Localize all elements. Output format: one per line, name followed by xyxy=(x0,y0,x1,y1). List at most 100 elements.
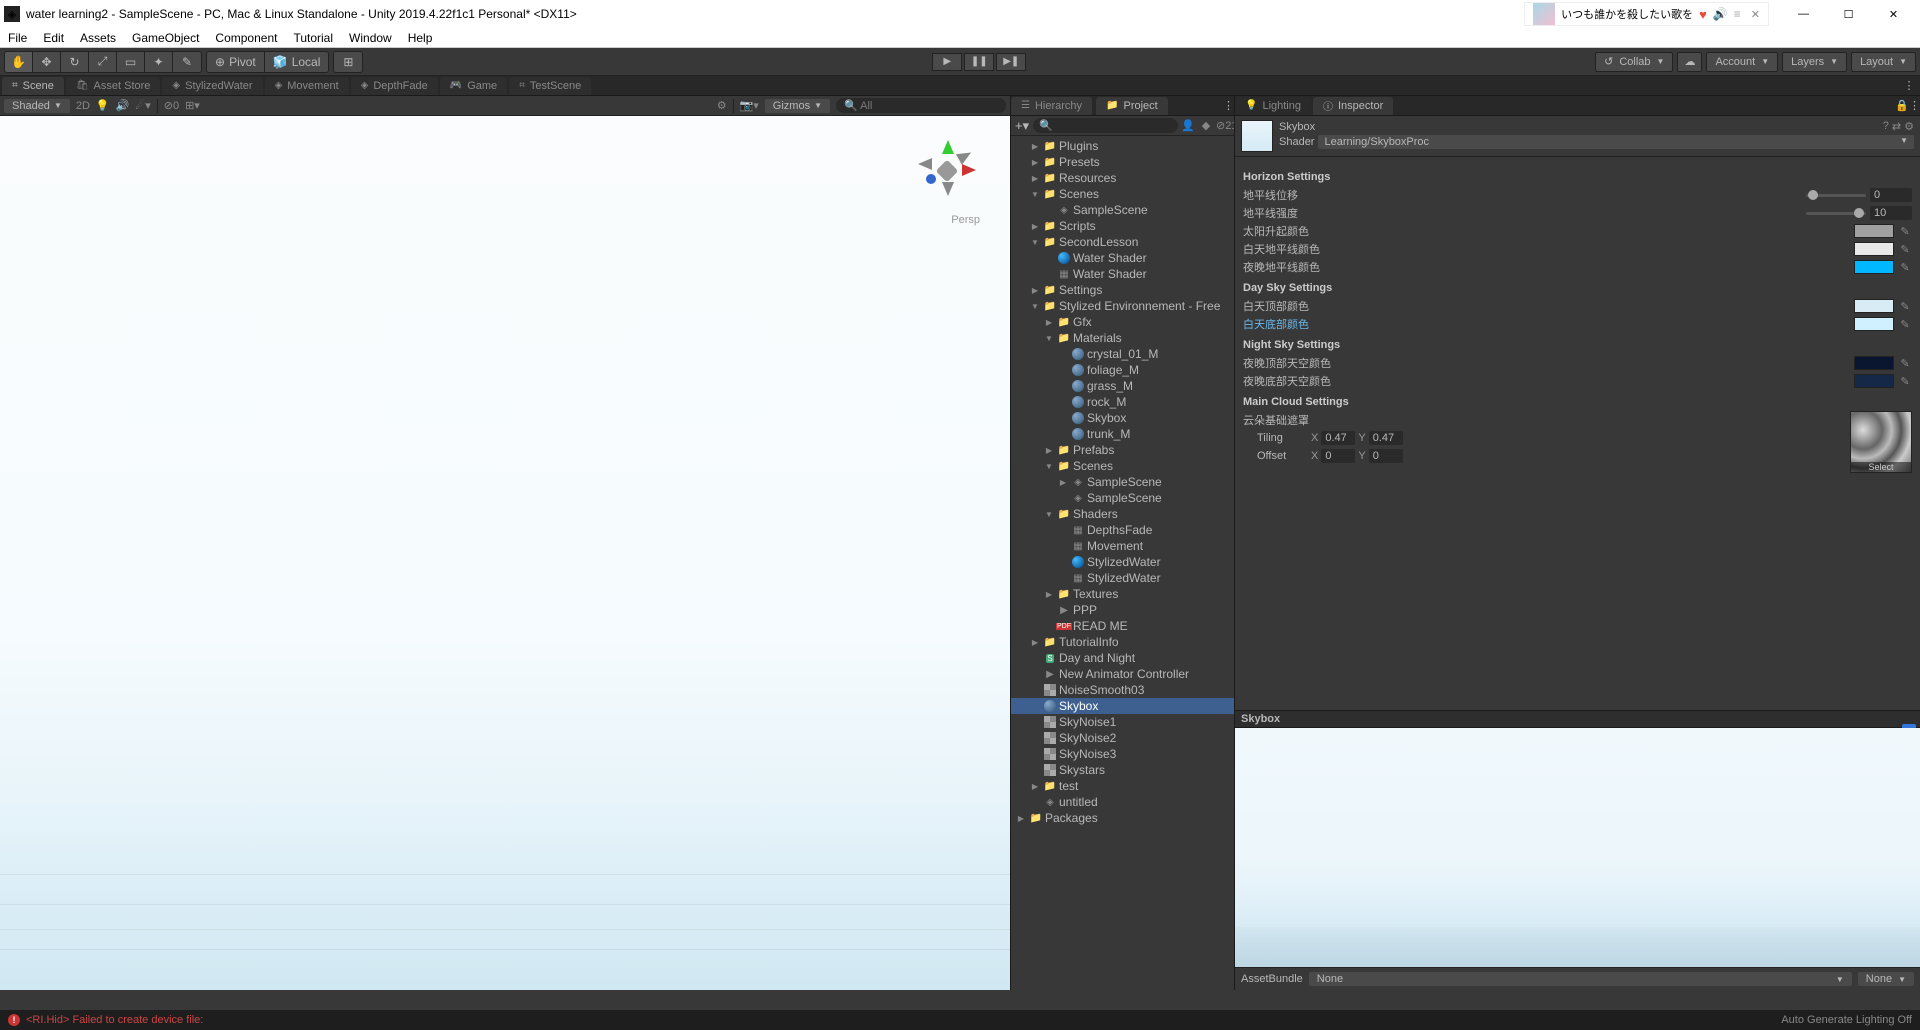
favorite-icon[interactable]: ◆ xyxy=(1198,119,1214,132)
tree-row[interactable]: 📁Packages xyxy=(1011,810,1234,826)
eyedropper-icon[interactable]: ✎ xyxy=(1898,375,1912,388)
pause-button[interactable]: ❚❚ xyxy=(964,53,994,71)
tree-row[interactable]: rock_M xyxy=(1011,394,1234,410)
tree-row[interactable]: ▶PPP xyxy=(1011,602,1234,618)
tab-project[interactable]: 📁Project xyxy=(1096,97,1168,115)
tree-row[interactable]: 📁Prefabs xyxy=(1011,442,1234,458)
layout-dropdown[interactable]: Layout▼ xyxy=(1851,52,1916,72)
cloud-button[interactable]: ☁ xyxy=(1677,52,1702,72)
rect-tool[interactable]: ▭ xyxy=(117,52,145,72)
bundle-variant-dropdown[interactable]: None▼ xyxy=(1858,972,1914,986)
tree-row[interactable]: foliage_M xyxy=(1011,362,1234,378)
color-swatch[interactable] xyxy=(1854,299,1894,313)
gizmo-x-axis[interactable] xyxy=(962,164,976,176)
menu-file[interactable]: File xyxy=(8,31,27,45)
gizmo-axis[interactable] xyxy=(956,147,974,164)
grid-toggle[interactable]: ⊞▾ xyxy=(185,99,200,112)
tree-row[interactable]: NoiseSmooth03 xyxy=(1011,682,1234,698)
tools-icon[interactable]: ⚙ xyxy=(717,99,727,112)
scale-tool[interactable]: ⤢ xyxy=(89,52,117,72)
shading-mode[interactable]: Shaded ▼ xyxy=(4,99,70,113)
tree-row[interactable]: SkyNoise3 xyxy=(1011,746,1234,762)
offset-y[interactable]: 0 xyxy=(1369,449,1403,463)
tree-row[interactable]: Skybox xyxy=(1011,410,1234,426)
eyedropper-icon[interactable]: ✎ xyxy=(1898,225,1912,238)
menu-tutorial[interactable]: Tutorial xyxy=(293,31,333,45)
color-swatch[interactable] xyxy=(1854,224,1894,238)
texture-slot[interactable]: Select xyxy=(1850,411,1912,473)
gizmo-center[interactable] xyxy=(936,160,959,183)
tree-row[interactable]: ◈SampleScene xyxy=(1011,490,1234,506)
panel-menu[interactable]: ⋮ xyxy=(1223,99,1234,112)
layers-dropdown[interactable]: Layers▼ xyxy=(1782,52,1847,72)
tree-row[interactable]: ◈SampleScene xyxy=(1011,474,1234,490)
menu-help[interactable]: Help xyxy=(408,31,433,45)
volume-icon[interactable]: 🔊 xyxy=(1713,7,1728,21)
custom-tool[interactable]: ✎ xyxy=(173,52,201,72)
menu-gameobject[interactable]: GameObject xyxy=(132,31,199,45)
tree-row[interactable]: grass_M xyxy=(1011,378,1234,394)
collab-dropdown[interactable]: ↺ Collab▼ xyxy=(1595,52,1673,72)
bundle-name-dropdown[interactable]: None▼ xyxy=(1309,972,1852,986)
tiling-y[interactable]: 0.47 xyxy=(1369,431,1403,445)
music-close-icon[interactable]: ✕ xyxy=(1751,8,1760,21)
tree-row[interactable]: Skybox xyxy=(1011,698,1234,714)
tab-inspector[interactable]: ⓘInspector xyxy=(1313,97,1393,115)
tree-row[interactable]: 📁Scenes xyxy=(1011,186,1234,202)
menu-assets[interactable]: Assets xyxy=(80,31,116,45)
tree-row[interactable]: crystal_01_M xyxy=(1011,346,1234,362)
auto-generate-status[interactable]: Auto Generate Lighting Off xyxy=(1781,1014,1912,1026)
tree-row[interactable]: ▦Movement xyxy=(1011,538,1234,554)
slider[interactable] xyxy=(1806,194,1866,197)
status-bar[interactable]: ! <RI.Hid> Failed to create device file:… xyxy=(0,1010,1920,1030)
tree-row[interactable]: Water Shader xyxy=(1011,250,1234,266)
tree-row[interactable]: 📁Settings xyxy=(1011,282,1234,298)
scene-viewport[interactable]: Persp xyxy=(0,116,1010,990)
tab-testscene[interactable]: ⌗TestScene xyxy=(509,77,591,95)
tab-hierarchy[interactable]: ☰Hierarchy xyxy=(1011,97,1092,115)
tree-row[interactable]: SDay and Night xyxy=(1011,650,1234,666)
tab-assetstore[interactable]: 🛍Asset Store xyxy=(66,77,161,95)
material-thumbnail[interactable] xyxy=(1241,120,1273,152)
gizmo-z-axis[interactable] xyxy=(926,174,936,184)
tree-row[interactable]: ◈SampleScene xyxy=(1011,202,1234,218)
tree-row[interactable]: trunk_M xyxy=(1011,426,1234,442)
project-tree[interactable]: 📁Plugins📁Presets📁Resources📁Scenes◈Sample… xyxy=(1011,136,1234,990)
menu-component[interactable]: Component xyxy=(215,31,277,45)
tree-row[interactable]: 📁Textures xyxy=(1011,586,1234,602)
tab-depthfade[interactable]: ◈DepthFade xyxy=(351,77,438,95)
tab-scene[interactable]: ⌗Scene xyxy=(2,77,64,95)
tree-row[interactable]: 📁Materials xyxy=(1011,330,1234,346)
filter-icon[interactable]: 👤 xyxy=(1180,119,1196,132)
eyedropper-icon[interactable]: ✎ xyxy=(1898,300,1912,313)
preset-icon[interactable]: ⇄ xyxy=(1892,120,1901,133)
tree-row[interactable]: ▦DepthsFade xyxy=(1011,522,1234,538)
eyedropper-icon[interactable]: ✎ xyxy=(1898,318,1912,331)
tree-row[interactable]: 📁Stylized Environnement - Free xyxy=(1011,298,1234,314)
tree-row[interactable]: ▦StylizedWater xyxy=(1011,570,1234,586)
gizmo-axis[interactable] xyxy=(918,158,932,170)
hidden-icon[interactable]: ⊘21 xyxy=(1216,119,1232,132)
tiling-x[interactable]: 0.47 xyxy=(1321,431,1355,445)
local-toggle[interactable]: 🧊Local xyxy=(265,52,329,72)
tree-row[interactable]: 📁Resources xyxy=(1011,170,1234,186)
gizmo-y-axis[interactable] xyxy=(942,140,954,154)
tree-row[interactable]: 📁Plugins xyxy=(1011,138,1234,154)
create-button[interactable]: +▾ xyxy=(1013,118,1031,134)
tree-row[interactable]: PDFREAD ME xyxy=(1011,618,1234,634)
camera-icon[interactable]: 📷▾ xyxy=(740,99,759,112)
shader-dropdown[interactable]: Learning/SkyboxProc▼ xyxy=(1318,135,1914,149)
scene-search[interactable]: 🔍 All xyxy=(836,98,1006,113)
color-swatch[interactable] xyxy=(1854,374,1894,388)
tree-row[interactable]: 📁Scripts xyxy=(1011,218,1234,234)
orientation-gizmo[interactable] xyxy=(912,136,982,206)
close-button[interactable]: ✕ xyxy=(1871,0,1916,28)
color-swatch[interactable] xyxy=(1854,356,1894,370)
eyedropper-icon[interactable]: ✎ xyxy=(1898,357,1912,370)
tab-stylizedwater[interactable]: ◈StylizedWater xyxy=(162,77,262,95)
transform-tool[interactable]: ✦ xyxy=(145,52,173,72)
color-swatch[interactable] xyxy=(1854,260,1894,274)
play-button[interactable]: ▶ xyxy=(932,53,962,71)
tab-menu[interactable]: ⋮ xyxy=(1900,77,1918,95)
offset-x[interactable]: 0 xyxy=(1321,449,1355,463)
